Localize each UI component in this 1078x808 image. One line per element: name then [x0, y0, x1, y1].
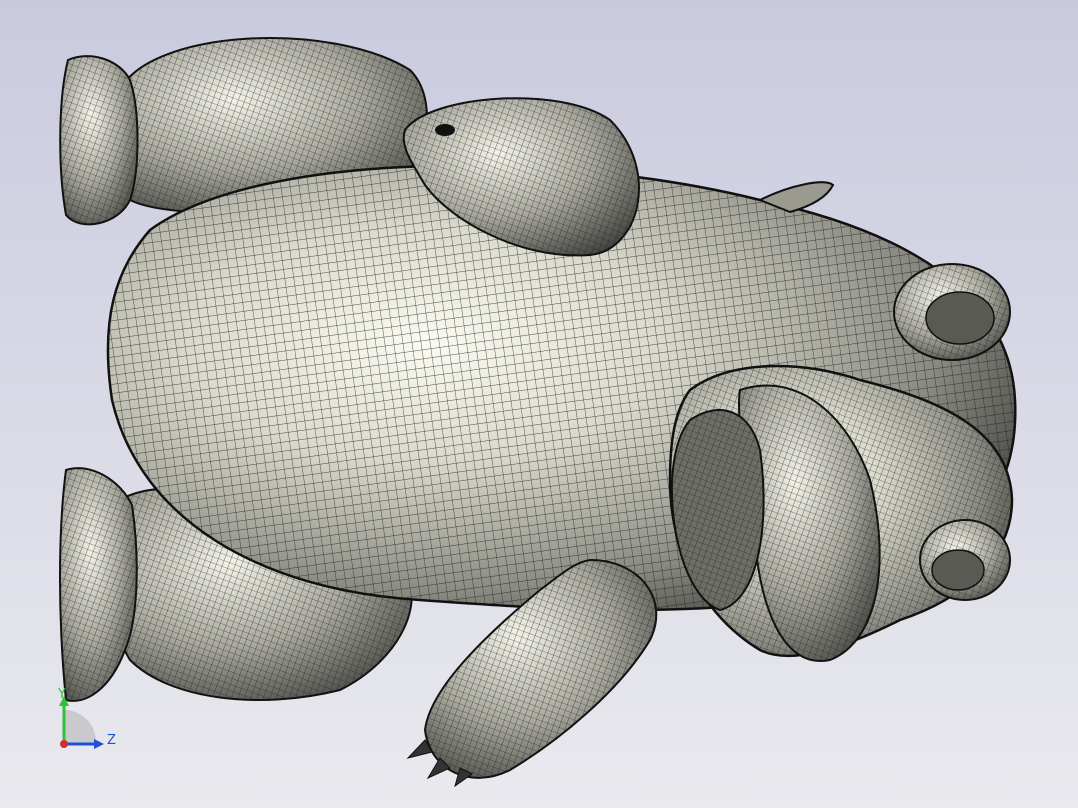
- axis-triad: Y Z: [57, 688, 116, 749]
- triad-quadrant: [64, 709, 97, 744]
- mesh-model-view[interactable]: [0, 0, 1078, 808]
- ear-bottom: [919, 519, 1011, 601]
- lower-hind-foot: [59, 467, 138, 702]
- upper-hind-foot: [59, 55, 139, 226]
- graphics-viewport[interactable]: Y Z: [0, 0, 1078, 808]
- y-axis-label: Y: [57, 688, 66, 702]
- ear-top: [893, 263, 1011, 361]
- z-axis-head: [94, 739, 104, 749]
- z-axis-label: Z: [107, 733, 116, 748]
- triad-origin: [60, 740, 68, 748]
